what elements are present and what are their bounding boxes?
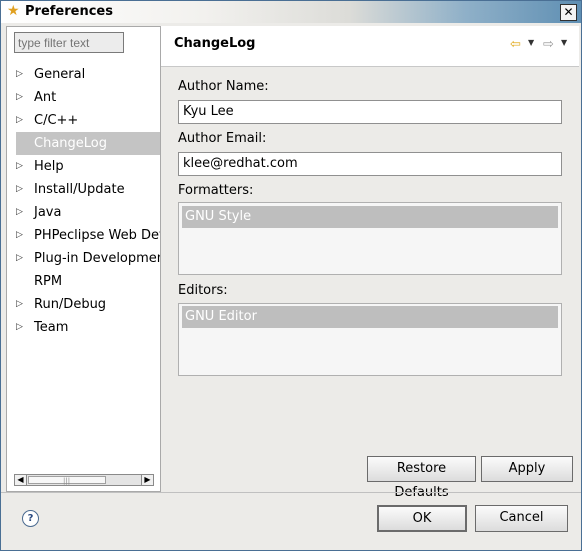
ok-button[interactable]: OK [377,505,467,532]
close-button[interactable]: ✕ [560,4,577,21]
preference-tree: ▷ General ▷ Ant ▷ C/C++ ChangeLog ▷ Help ▷ In… [7,63,160,339]
tree-item-plugin-development[interactable]: ▷ Plug-in Development [7,247,160,270]
tree-item-phpeclipse[interactable]: ▷ PHPeclipse Web Dev [7,224,160,247]
restore-defaults-button[interactable]: Restore Defaults [367,456,476,500]
scroll-left-icon[interactable]: ◀ [15,475,27,485]
tree-item-general[interactable]: ▷ General [7,63,160,86]
scroll-right-icon[interactable]: ▶ [141,475,153,485]
cancel-button[interactable]: Cancel [475,505,568,532]
expand-arrow-icon[interactable]: ▷ [16,224,23,247]
expand-arrow-icon[interactable]: ▷ [16,109,23,132]
tree-item-help[interactable]: ▷ Help [7,155,160,178]
grip-icon: ||| [63,477,71,485]
page-header: ChangeLog ⇦ ▼ ⇨ ▼ [161,26,579,67]
expand-arrow-icon[interactable]: ▷ [16,178,23,201]
star-icon: ★ [7,3,20,19]
tree-item-changelog[interactable]: ChangeLog [16,132,160,155]
help-icon[interactable]: ? [22,510,39,527]
tree-item-team[interactable]: ▷ Team [7,316,160,339]
expand-arrow-icon[interactable]: ▷ [16,201,23,224]
expand-arrow-icon[interactable]: ▷ [16,155,23,178]
list-item[interactable]: GNU Editor [182,306,558,328]
author-name-field[interactable]: Kyu Lee [178,100,562,124]
tree-item-install-update[interactable]: ▷ Install/Update [7,178,160,201]
close-icon: ✕ [563,5,574,19]
forward-arrow-icon[interactable]: ⇨ [543,37,554,52]
divider [1,492,581,493]
tree-item-java[interactable]: ▷ Java [7,201,160,224]
tree-item-c-cpp[interactable]: ▷ C/C++ [7,109,160,132]
expand-arrow-icon[interactable]: ▷ [16,63,23,86]
tree-item-rpm[interactable]: RPM [7,270,160,293]
page-title: ChangeLog [174,36,256,51]
expand-arrow-icon[interactable]: ▷ [16,293,23,316]
editors-label: Editors: [178,283,228,298]
expand-arrow-icon[interactable]: ▷ [16,316,23,339]
back-arrow-icon[interactable]: ⇦ [510,37,521,52]
chevron-down-icon[interactable]: ▼ [561,38,567,47]
apply-button[interactable]: Apply [481,456,573,482]
scrollbar-thumb[interactable]: ||| [28,476,106,485]
formatters-list[interactable]: GNU Style [178,202,562,275]
chevron-down-icon[interactable]: ▼ [528,38,534,47]
list-item[interactable]: GNU Style [182,206,558,228]
formatters-label: Formatters: [178,183,254,198]
title-bar[interactable]: ★ Preferences ✕ [1,1,581,23]
editors-list[interactable]: GNU Editor [178,303,562,376]
tree-item-run-debug[interactable]: ▷ Run/Debug [7,293,160,316]
preference-tree-panel: ▷General ▷Ant ▷C/C++ ChangeLog ▷Help ▷In… [6,26,161,492]
author-email-field[interactable]: klee@redhat.com [178,152,562,176]
author-email-label: Author Email: [178,131,267,146]
expand-arrow-icon[interactable]: ▷ [16,247,23,270]
tree-item-ant[interactable]: ▷ Ant [7,86,160,109]
author-name-label: Author Name: [178,79,269,94]
preferences-window: ★ Preferences ✕ ▷General ▷Ant ▷C/C++ Cha… [0,0,582,551]
filter-input[interactable] [14,32,124,53]
window-title: Preferences [25,4,113,19]
horizontal-scrollbar[interactable]: ◀ ||| ▶ [14,474,154,486]
expand-arrow-icon[interactable]: ▷ [16,86,23,109]
